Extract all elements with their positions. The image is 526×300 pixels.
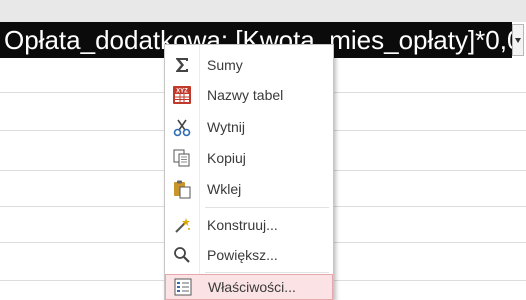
zoom-magnifier-icon	[165, 241, 199, 269]
menu-item-paste[interactable]: Wklej	[165, 175, 333, 203]
menu-item-zoom[interactable]: Powiększ...	[165, 241, 333, 269]
menu-item-properties[interactable]: Właściwości...	[165, 274, 333, 300]
menu-item-build[interactable]: Konstruuj...	[165, 211, 333, 239]
menu-item-table-names[interactable]: XYZ Nazwy tabel	[165, 81, 333, 109]
menu-item-label: Kopiuj	[207, 150, 246, 166]
scissors-icon	[165, 113, 199, 141]
query-design-grid: Opłata_dodatkowa: [Kwota_mies_opłaty]*0,…	[0, 0, 526, 300]
copy-icon	[165, 144, 199, 172]
menu-item-label: Właściwości...	[208, 279, 296, 295]
menu-separator	[205, 272, 329, 273]
context-menu: Sumy XYZ Nazwy tabel Wytnij Kopiuj Wklej…	[164, 44, 334, 300]
menu-item-label: Wklej	[207, 181, 242, 197]
menu-item-copy[interactable]: Kopiuj	[165, 144, 333, 172]
svg-text:XYZ: XYZ	[176, 89, 188, 95]
menu-item-label: Sumy	[207, 57, 243, 73]
menu-item-sums[interactable]: Sumy	[165, 51, 333, 79]
sigma-icon	[165, 51, 199, 79]
paste-icon	[165, 175, 199, 203]
menu-item-cut[interactable]: Wytnij	[165, 113, 333, 141]
chevron-down-icon	[515, 38, 521, 43]
menu-item-label: Nazwy tabel	[207, 87, 284, 103]
properties-sheet-icon	[166, 273, 200, 300]
menu-item-label: Konstruuj...	[207, 217, 278, 233]
grid-header-band	[0, 0, 526, 22]
menu-item-label: Wytnij	[207, 119, 245, 135]
menu-item-label: Powiększ...	[207, 247, 278, 263]
builder-wand-icon	[165, 211, 199, 239]
menu-separator	[205, 207, 329, 208]
field-dropdown-button[interactable]	[512, 24, 524, 56]
table-names-icon: XYZ	[165, 81, 199, 109]
